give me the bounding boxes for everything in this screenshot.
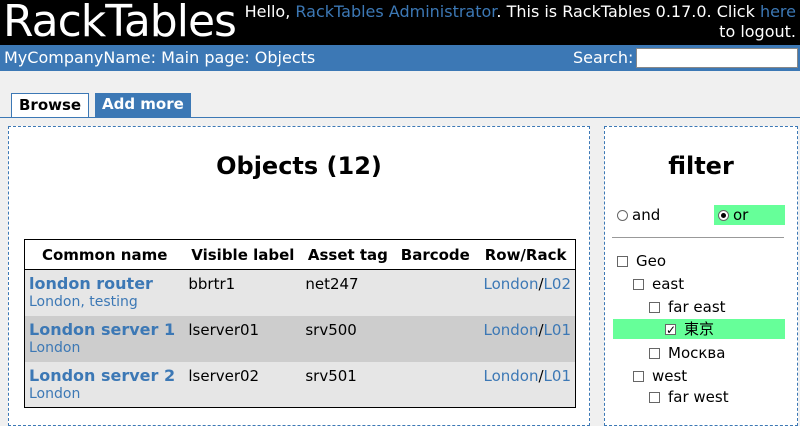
cell-barcode — [394, 315, 477, 362]
object-link[interactable]: London server 1 — [29, 320, 180, 339]
cell-asset-tag: srv500 — [301, 315, 395, 362]
tag-label: east — [652, 275, 685, 293]
tag-link[interactable]: London — [29, 386, 80, 402]
filter-mode-or[interactable]: or — [714, 205, 785, 225]
cell-barcode — [394, 269, 477, 316]
object-tags: London — [29, 339, 180, 357]
checkbox-icon[interactable] — [649, 302, 660, 313]
or-radio-icon[interactable] — [718, 210, 729, 221]
tag-label: far west — [668, 388, 729, 406]
cell-asset-tag: srv501 — [301, 361, 395, 408]
tag-tree-item-far-east[interactable]: far east — [649, 297, 726, 317]
asset-tag-value: srv500 — [305, 320, 357, 339]
tag-link[interactable]: testing — [89, 294, 138, 310]
cell-visible-label: lserver01 — [184, 315, 302, 362]
row-link[interactable]: London — [484, 275, 539, 293]
top-banner: RackTables Hello, RackTables Administrat… — [0, 0, 800, 47]
visible-label-value: bbrtr1 — [188, 275, 236, 293]
column-header-barcode: Barcode — [394, 239, 477, 270]
column-header-visible-label: Visible label — [184, 239, 302, 270]
checkbox-icon[interactable] — [649, 348, 660, 359]
tag-tree-item-east[interactable]: east — [633, 274, 684, 294]
checkbox-icon[interactable] — [633, 371, 644, 382]
tag-link[interactable]: London — [29, 340, 80, 356]
tag-tree-item-moskva[interactable]: Москва — [649, 343, 725, 363]
tag-tree-item-far-west[interactable]: far west — [649, 387, 729, 407]
filter-portlet: filter and or Geo east far east 東京 Москв… — [604, 126, 798, 426]
column-header-common-name: Common name — [24, 239, 185, 270]
cell-visible-label: lserver02 — [184, 361, 302, 408]
racktables-logo: RackTables — [3, 0, 237, 47]
path-bar: MyCompanyName: Main page: Objects Search… — [0, 45, 800, 71]
checkbox-icon[interactable] — [665, 320, 676, 340]
filter-title: filter — [668, 152, 734, 180]
rack-link[interactable]: L01 — [544, 321, 571, 339]
greeting-middle: . This is RackTables 0.17.0. Click — [496, 2, 760, 21]
tab-add-more[interactable]: Add more — [95, 93, 191, 117]
filter-mode-and[interactable]: and — [617, 205, 660, 225]
objects-title: Objects (12) — [216, 152, 382, 180]
table-row[interactable]: London server 1 London lserver01 srv500 … — [24, 315, 576, 362]
tab-bar: Browse Add more — [0, 72, 800, 118]
row-link[interactable]: London — [484, 321, 539, 339]
object-link[interactable]: london router — [29, 275, 180, 293]
visible-label-value: lserver02 — [188, 366, 260, 385]
asset-tag-value: srv501 — [305, 366, 357, 385]
or-label: or — [733, 206, 749, 224]
object-link[interactable]: London server 2 — [29, 366, 180, 385]
objects-portlet: Objects (12) Common name Visible label A… — [8, 126, 590, 426]
search-label: Search: — [573, 48, 634, 67]
breadcrumb[interactable]: MyCompanyName: Main page: Objects — [4, 48, 315, 68]
cell-visible-label: bbrtr1 — [184, 269, 302, 316]
asset-tag-value: net247 — [305, 275, 359, 293]
greeting-text: Hello, RackTables Administrator. This is… — [236, 2, 796, 42]
tag-tree-item-tokyo[interactable]: 東京 — [613, 319, 785, 340]
checkbox-icon[interactable] — [617, 256, 628, 267]
checkbox-icon[interactable] — [649, 392, 660, 403]
checkbox-icon[interactable] — [633, 279, 644, 290]
tag-label: west — [652, 367, 688, 385]
tab-divider — [0, 117, 800, 118]
greeting-prefix: Hello, — [244, 2, 296, 21]
cell-common-name: London server 2 London — [24, 361, 185, 408]
rack-link[interactable]: L02 — [544, 275, 571, 293]
cell-barcode — [394, 361, 477, 408]
cell-asset-tag: net247 — [301, 269, 395, 316]
tag-label: Geo — [636, 252, 667, 270]
visible-label-value: lserver01 — [188, 320, 260, 339]
and-radio-icon[interactable] — [617, 210, 628, 221]
logout-link[interactable]: here — [760, 2, 796, 21]
tag-label: 東京 — [684, 320, 715, 338]
cell-common-name: london router London, testing — [24, 269, 185, 316]
cell-row-rack: London/L01 — [476, 315, 576, 362]
user-profile-link[interactable]: RackTables Administrator — [295, 2, 496, 21]
cell-common-name: London server 1 London — [24, 315, 185, 362]
tag-tree-item-west[interactable]: west — [633, 366, 687, 386]
greeting-suffix: to logout. — [719, 22, 796, 41]
cell-row-rack: London/L01 — [476, 361, 576, 408]
tag-link[interactable]: London — [29, 294, 80, 310]
column-header-row-rack: Row/Rack — [476, 239, 576, 270]
filter-divider — [612, 237, 784, 238]
table-header-row: Common name Visible label Asset tag Barc… — [24, 239, 576, 270]
object-tags: London, testing — [29, 294, 138, 310]
tag-label: Москва — [668, 344, 726, 362]
and-label: and — [632, 206, 661, 224]
search-input[interactable] — [636, 48, 798, 68]
tag-label: far east — [668, 298, 726, 316]
rack-link[interactable]: L01 — [544, 367, 571, 385]
tag-tree-item-geo[interactable]: Geo — [617, 251, 666, 271]
tab-browse[interactable]: Browse — [11, 93, 90, 117]
row-link[interactable]: London — [484, 367, 539, 385]
column-header-asset-tag: Asset tag — [301, 239, 395, 270]
table-row[interactable]: London server 2 London lserver02 srv501 … — [24, 361, 576, 408]
objects-table: Common name Visible label Asset tag Barc… — [24, 239, 576, 408]
cell-row-rack: London/L02 — [476, 269, 576, 316]
table-row[interactable]: london router London, testing bbrtr1 net… — [24, 269, 576, 316]
